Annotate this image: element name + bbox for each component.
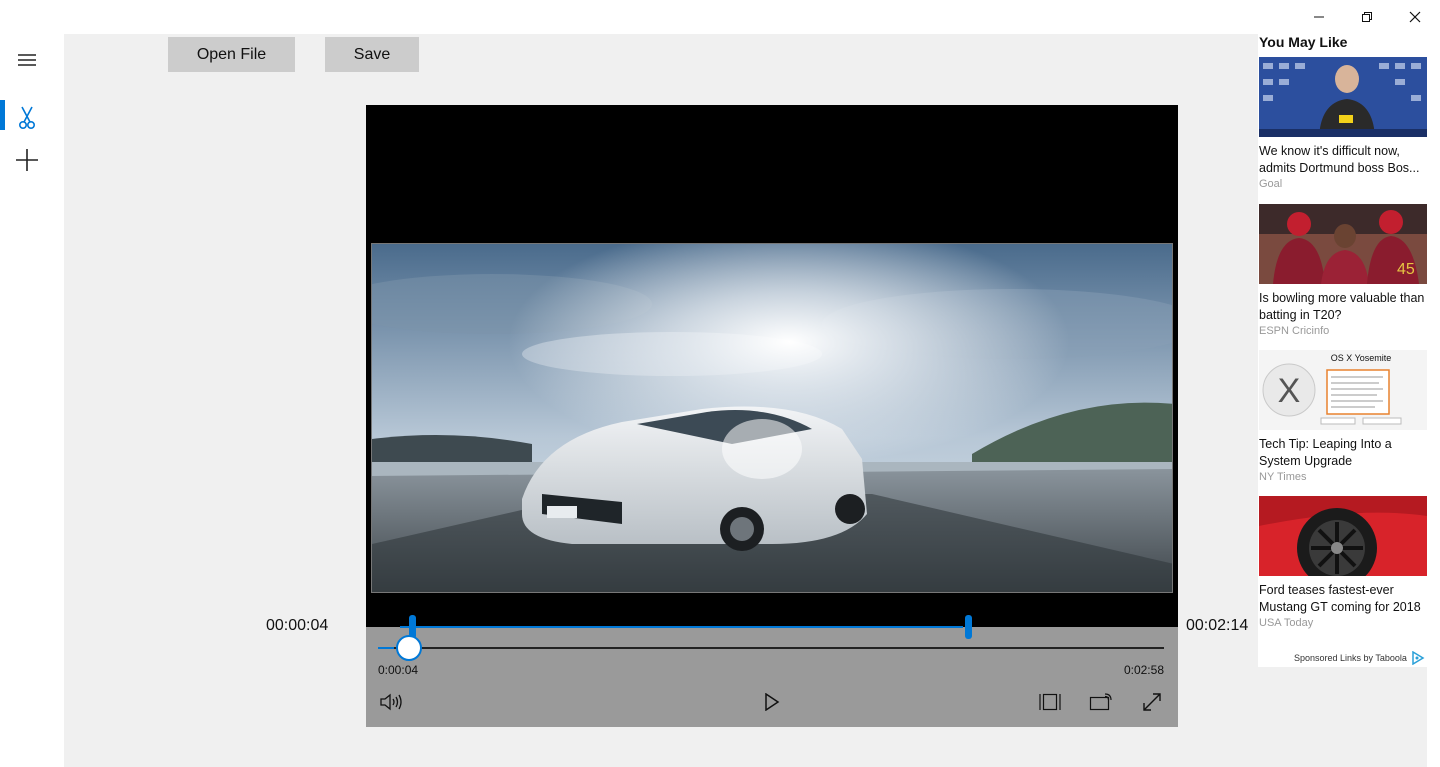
trim-end-time: 00:02:14	[1186, 617, 1249, 634]
recommendation-card[interactable]: X OS X Yosemite Tech Tip: Leaping Into a…	[1259, 350, 1427, 483]
plus-icon	[16, 149, 38, 171]
card-headline: Tech Tip: Leaping Into a System Upgrade	[1259, 437, 1392, 468]
duration: 0:02:58	[1123, 663, 1164, 677]
seek-thumb[interactable]	[395, 635, 422, 661]
video-frame[interactable]	[371, 243, 1173, 593]
current-time: 0:00:04	[378, 663, 419, 677]
play-icon	[765, 693, 780, 711]
card-source: Goal	[1259, 178, 1283, 190]
card-source: NY Times	[1259, 471, 1307, 483]
close-button[interactable]	[1392, 0, 1438, 34]
seek-track[interactable]	[378, 647, 1164, 649]
svg-text:45: 45	[1397, 261, 1415, 278]
os-x-yosemite-image: X OS X Yosemite	[1259, 350, 1427, 430]
cast-button[interactable]	[1087, 688, 1115, 716]
save-button[interactable]: Save	[325, 37, 419, 72]
fullscreen-button[interactable]	[1138, 688, 1166, 716]
nav-item-add[interactable]	[0, 140, 54, 180]
aspect-ratio-icon	[1039, 693, 1061, 711]
hamburger-menu-button[interactable]	[0, 40, 54, 80]
nav-rail	[0, 34, 64, 767]
card-headline: Ford teases fastest-ever Mustang GT comi…	[1259, 583, 1421, 614]
minimize-icon	[1314, 16, 1324, 18]
recommendations-title: You May Like	[1259, 34, 1348, 50]
fullscreen-icon	[1143, 693, 1161, 711]
sponsored-links[interactable]: Sponsored Links by Taboola	[1294, 651, 1425, 665]
card-thumbnail: 45	[1259, 204, 1427, 284]
recommendation-card[interactable]: Ford teases fastest-ever Mustang GT comi…	[1259, 496, 1427, 629]
seek-progress	[378, 647, 394, 649]
volume-icon	[380, 693, 402, 711]
hamburger-menu-icon	[18, 54, 36, 66]
sponsored-links-label: Sponsored Links by Taboola	[1294, 653, 1407, 663]
nav-item-trim[interactable]	[0, 98, 54, 138]
adchoices-icon[interactable]	[1411, 651, 1425, 665]
open-file-button[interactable]: Open File	[168, 37, 295, 72]
trim-end-handle[interactable]	[964, 615, 972, 639]
restore-icon	[1362, 12, 1372, 22]
recommendation-card[interactable]: 45 Is bowling more valuable than batting…	[1259, 204, 1427, 337]
video-frame-image	[372, 244, 1172, 592]
cast-icon	[1089, 693, 1112, 711]
video-player[interactable]: 0:00:04 0:02:58	[366, 105, 1178, 727]
card-headline: Is bowling more valuable than batting in…	[1259, 291, 1425, 322]
player-controls: 0:00:04 0:02:58	[366, 615, 1178, 727]
card-thumbnail	[1259, 57, 1427, 137]
scissors-icon	[18, 106, 36, 130]
trim-start-time: 00:00:04	[266, 617, 329, 634]
card-source: USA Today	[1259, 617, 1314, 629]
close-icon	[1409, 11, 1421, 23]
recommendation-card[interactable]: We know it's difficult now, admits Dortm…	[1259, 57, 1427, 190]
press-conference-image	[1259, 57, 1427, 137]
play-button[interactable]	[758, 688, 786, 716]
volume-button[interactable]	[377, 688, 405, 716]
trim-range	[400, 626, 963, 628]
cricket-players-image: 45	[1259, 204, 1427, 284]
thumb-title: OS X Yosemite	[1331, 353, 1392, 363]
minimize-button[interactable]	[1296, 0, 1342, 34]
card-thumbnail: X OS X Yosemite	[1259, 350, 1427, 430]
card-source: ESPN Cricinfo	[1259, 325, 1330, 337]
svg-text:X: X	[1278, 372, 1301, 410]
aspect-ratio-button[interactable]	[1036, 688, 1064, 716]
card-headline: We know it's difficult now, admits Dortm…	[1259, 144, 1420, 175]
restore-button[interactable]	[1344, 0, 1390, 34]
mustang-wheel-image	[1259, 496, 1427, 576]
recommendations-panel: You May Like We know it's difficult now,…	[1258, 34, 1428, 667]
card-thumbnail	[1259, 496, 1427, 576]
